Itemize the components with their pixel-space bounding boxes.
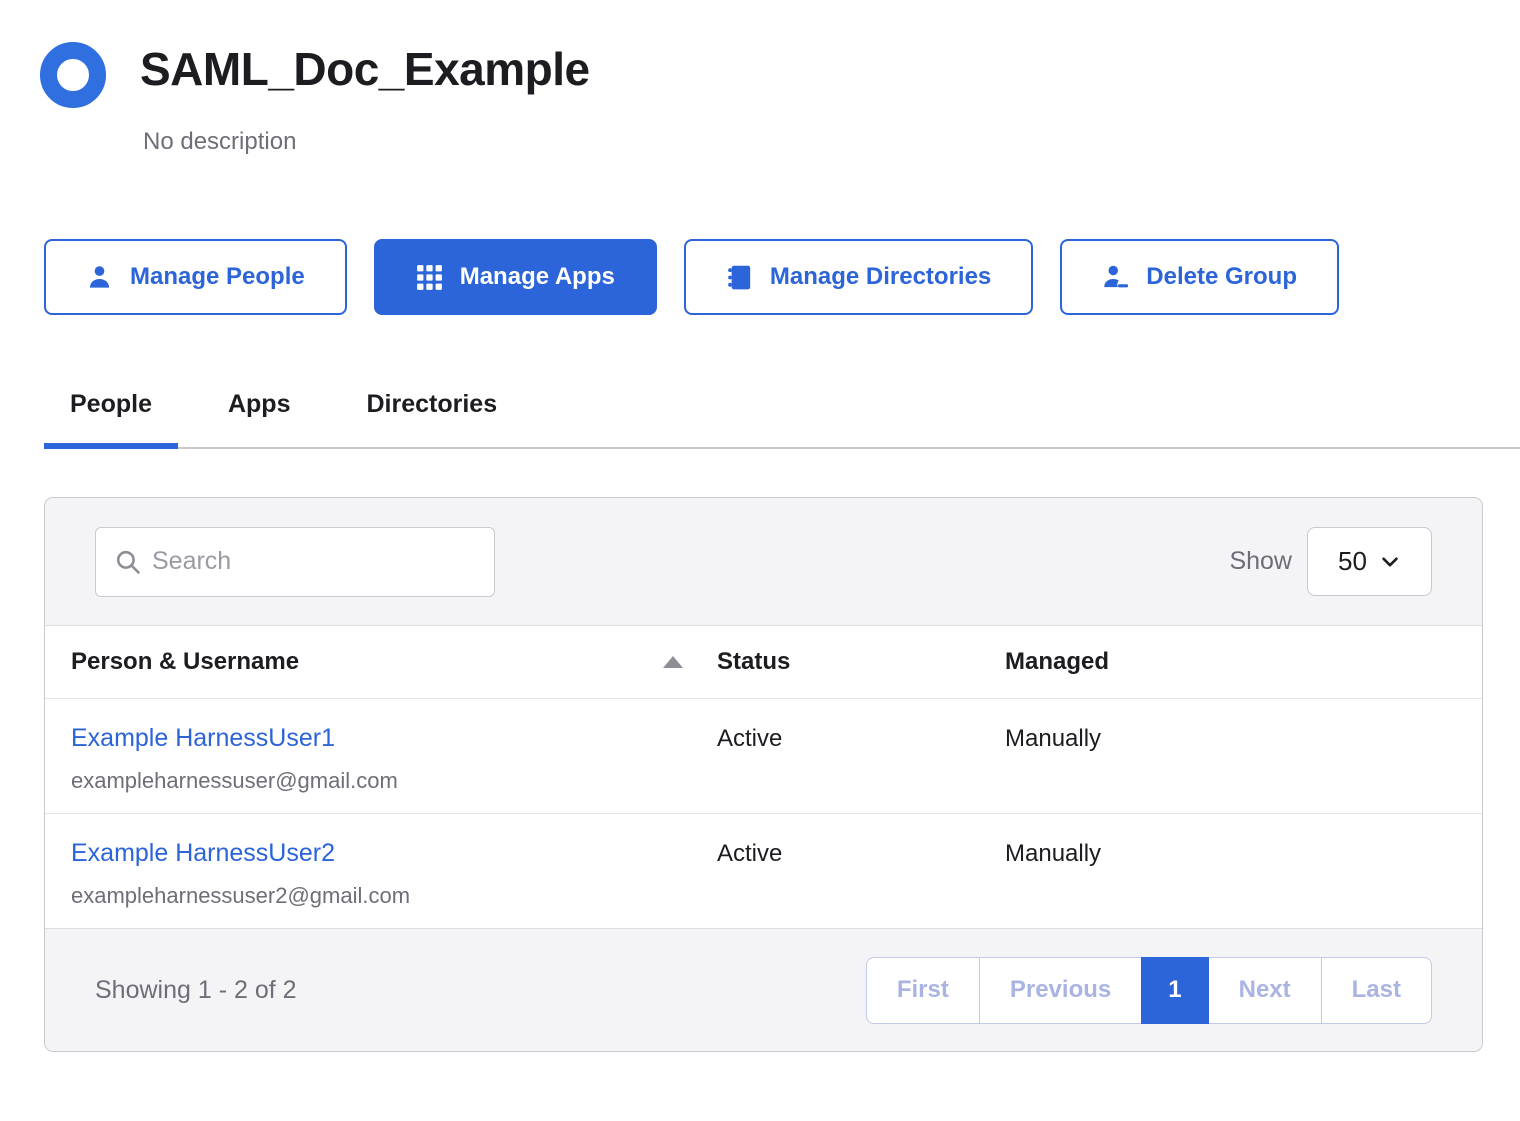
- group-description: No description: [143, 127, 590, 157]
- tab-directories[interactable]: Directories: [340, 389, 523, 447]
- button-label: Manage Directories: [770, 263, 991, 291]
- manage-apps-button[interactable]: Manage Apps: [374, 239, 657, 315]
- column-header-label: Managed: [1005, 648, 1109, 676]
- search-box[interactable]: [95, 527, 495, 597]
- managed-cell: Manually: [1005, 699, 1482, 813]
- table-header-row: Person & Username Status Managed: [45, 626, 1482, 698]
- sort-ascending-icon: [663, 656, 683, 668]
- group-title-block: SAML_Doc_Example No description: [140, 42, 590, 157]
- person-email: exampleharnessuser2@gmail.com: [71, 883, 717, 909]
- status-cell: Active: [717, 814, 1005, 928]
- column-header-person[interactable]: Person & Username: [71, 626, 717, 698]
- apps-grid-icon: [416, 264, 443, 291]
- people-table-panel: Show 50 Person & Username Status Managed…: [44, 497, 1483, 1052]
- status-cell: Active: [717, 699, 1005, 813]
- page-size-select[interactable]: 50: [1307, 527, 1432, 596]
- column-header-status[interactable]: Status: [717, 626, 1005, 698]
- button-label: Manage Apps: [460, 263, 615, 291]
- pagination-first-button[interactable]: First: [866, 957, 980, 1024]
- manage-directories-button[interactable]: Manage Directories: [684, 239, 1033, 315]
- person-name-link[interactable]: Example HarnessUser2: [71, 840, 717, 866]
- column-header-label: Person & Username: [71, 648, 299, 676]
- page-size-value: 50: [1338, 546, 1367, 577]
- tab-people[interactable]: People: [44, 389, 178, 447]
- delete-group-button[interactable]: Delete Group: [1060, 239, 1339, 315]
- show-label: Show: [1229, 547, 1292, 576]
- person-cell: Example HarnessUser1 exampleharnessuser@…: [71, 699, 717, 813]
- managed-cell: Manually: [1005, 814, 1482, 928]
- pagination: First Previous 1 Next Last: [866, 957, 1432, 1024]
- page-size-control: Show 50: [1229, 527, 1432, 596]
- table-footer: Showing 1 - 2 of 2 First Previous 1 Next…: [45, 928, 1482, 1051]
- person-name-link[interactable]: Example HarnessUser1: [71, 725, 717, 751]
- person-remove-icon: [1102, 264, 1129, 291]
- tab-label: People: [70, 390, 152, 418]
- table-toolbar: Show 50: [45, 498, 1482, 626]
- tab-label: Apps: [228, 390, 291, 418]
- pagination-page-1-button[interactable]: 1: [1141, 957, 1208, 1024]
- tab-label: Directories: [366, 390, 497, 418]
- button-label: Delete Group: [1146, 263, 1297, 291]
- group-header: SAML_Doc_Example No description: [0, 0, 1520, 157]
- chevron-down-icon: [1379, 551, 1401, 573]
- group-icon: [40, 42, 106, 108]
- action-button-row: Manage People Manage Apps Manage Directo…: [44, 239, 1520, 315]
- tab-apps[interactable]: Apps: [202, 389, 317, 447]
- results-summary: Showing 1 - 2 of 2: [95, 976, 297, 1005]
- person-icon: [86, 264, 113, 291]
- tab-bar: People Apps Directories: [44, 389, 1520, 449]
- column-header-label: Status: [717, 648, 790, 676]
- manage-people-button[interactable]: Manage People: [44, 239, 347, 315]
- person-cell: Example HarnessUser2 exampleharnessuser2…: [71, 814, 717, 928]
- pagination-previous-button[interactable]: Previous: [979, 957, 1142, 1024]
- search-input[interactable]: [152, 547, 476, 576]
- pagination-last-button[interactable]: Last: [1321, 957, 1432, 1024]
- table-row: Example HarnessUser1 exampleharnessuser@…: [45, 698, 1482, 813]
- pagination-next-button[interactable]: Next: [1208, 957, 1322, 1024]
- page-title: SAML_Doc_Example: [140, 42, 590, 97]
- table-row: Example HarnessUser2 exampleharnessuser2…: [45, 813, 1482, 928]
- search-icon: [114, 548, 142, 576]
- button-label: Manage People: [130, 263, 305, 291]
- directory-book-icon: [726, 264, 753, 291]
- column-header-managed[interactable]: Managed: [1005, 626, 1482, 698]
- person-email: exampleharnessuser@gmail.com: [71, 768, 717, 794]
